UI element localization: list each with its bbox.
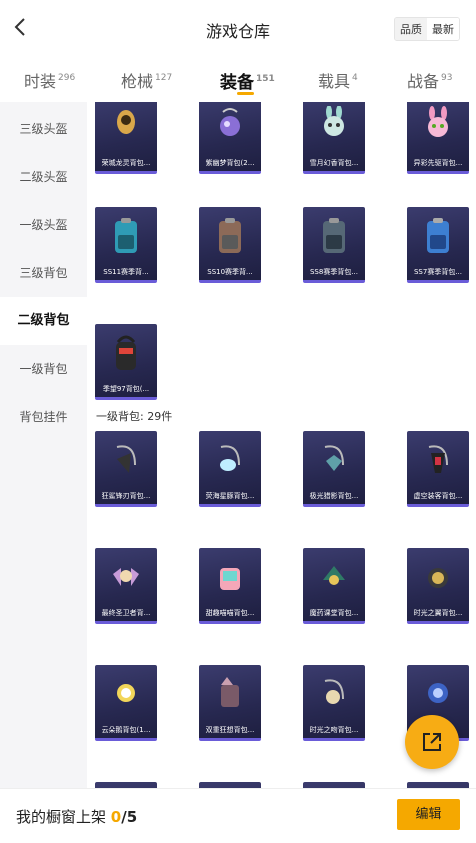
sidebar-item-lvl2-backpack[interactable]: 二级背包	[0, 297, 87, 345]
item-card[interactable]: 异彩先驱背包...	[407, 102, 469, 174]
item-card[interactable]: 魔药课堂背包...	[303, 548, 365, 624]
guardian-wings-backpack-icon	[113, 568, 139, 586]
sidebar-item-lvl1-helmet[interactable]: 一级头盔	[0, 201, 87, 249]
sort-toggle[interactable]: 品质 最新	[394, 17, 460, 41]
cloud-goose-backpack-icon	[117, 684, 135, 702]
share-button[interactable]	[405, 715, 459, 769]
tab-vehicles[interactable]: 载具 4	[318, 68, 358, 92]
tab-fashion[interactable]: 时装 296	[24, 68, 75, 92]
sort-latest-option[interactable]: 最新	[427, 18, 459, 40]
category-tabs: 时装 296 枪械 127 装备 151 载具 4 战备 93	[0, 56, 476, 102]
showcase-total: /5	[121, 808, 138, 826]
bunny-backpack-icon	[324, 106, 344, 136]
item-card[interactable]: 紫幽梦背包(2...	[199, 102, 261, 174]
golden-mask-backpack-icon	[117, 110, 135, 134]
potion-hat-backpack-icon	[323, 566, 345, 585]
item-card[interactable]: 时光之吻背包...	[303, 665, 365, 741]
item-card[interactable]: 双重狂想背包...	[199, 665, 261, 741]
item-card[interactable]: 时光之翼背包...	[407, 548, 469, 624]
showcase-status: 我的橱窗上架 0/5	[16, 808, 138, 826]
edit-button[interactable]: 编辑	[397, 799, 460, 830]
bottom-bar: 我的橱窗上架 0/5 编辑	[0, 788, 476, 843]
item-card[interactable]: SS7赛季背包...	[407, 207, 469, 283]
item-card[interactable]: 狂鲨锋刃背包...	[95, 431, 157, 507]
item-card[interactable]: SS11赛季背...	[95, 207, 157, 283]
tab-equipment[interactable]: 装备 151	[220, 68, 275, 93]
sidebar-item-lvl3-helmet[interactable]: 三级头盔	[0, 105, 87, 153]
sidebar-item-backpack-charm[interactable]: 背包挂件	[0, 393, 87, 441]
time-wing-backpack-icon	[428, 568, 448, 588]
tab-guns[interactable]: 枪械 127	[121, 68, 172, 92]
dark-shark-backpack-icon	[116, 445, 136, 473]
item-grid: 荣城龙灵背包... 紫幽梦背包(2... 雪月幻香背包... 异彩先驱背包...…	[87, 102, 476, 788]
blue-ring-backpack-icon	[428, 683, 448, 703]
void-red-backpack-icon	[428, 445, 448, 473]
item-card[interactable]: 荧海星豚背包...	[199, 431, 261, 507]
fantasy-box-backpack-icon	[221, 677, 239, 707]
sidebar-item-lvl2-helmet[interactable]: 二级头盔	[0, 153, 87, 201]
item-card[interactable]: 季望97背包(...	[95, 324, 157, 400]
cyan-tactical-backpack-icon	[115, 218, 137, 253]
cat-tv-backpack-icon	[220, 568, 240, 590]
grey-tactical-backpack-icon	[323, 218, 345, 253]
item-card[interactable]: 最终圣卫者背...	[95, 548, 157, 624]
section-label-lvl1-backpack: 一级背包: 29件	[96, 410, 173, 423]
red-led-backpack-icon	[116, 335, 136, 370]
item-card[interactable]: 甜趣喵喵背包...	[199, 548, 261, 624]
item-card[interactable]: 雪月幻香背包...	[303, 102, 365, 174]
header: 游戏仓库 品质 最新	[0, 0, 476, 56]
brown-tactical-backpack-icon	[219, 218, 241, 253]
item-card[interactable]: 云朵鹅背包(1...	[95, 665, 157, 741]
item-card[interactable]: SS8赛季背包...	[303, 207, 365, 283]
aurora-hunter-backpack-icon	[324, 445, 344, 471]
pink-bunny-backpack-icon	[428, 106, 448, 137]
sidebar-item-lvl1-backpack[interactable]: 一级背包	[0, 345, 87, 393]
active-tab-indicator	[237, 92, 254, 95]
sidebar: 三级头盔 二级头盔 一级头盔 三级背包 二级背包 一级背包 背包挂件	[0, 102, 87, 788]
tab-supplies[interactable]: 战备 93	[407, 68, 452, 92]
blue-tactical-backpack-icon	[427, 218, 449, 253]
item-card[interactable]: 极光猎影背包...	[303, 431, 365, 507]
item-card[interactable]: 虚空装客背包...	[407, 431, 469, 507]
item-card[interactable]: 荣城龙灵背包...	[95, 102, 157, 174]
dolphin-backpack-icon	[220, 445, 240, 471]
sidebar-item-lvl3-backpack[interactable]: 三级背包	[0, 249, 87, 297]
item-card[interactable]: SS10赛季背...	[199, 207, 261, 283]
showcase-count: 0	[110, 808, 122, 826]
time-kiss-backpack-icon	[324, 679, 344, 704]
share-icon	[423, 733, 441, 751]
sort-quality-option[interactable]: 品质	[395, 18, 427, 40]
purple-orb-backpack-icon	[220, 108, 240, 136]
